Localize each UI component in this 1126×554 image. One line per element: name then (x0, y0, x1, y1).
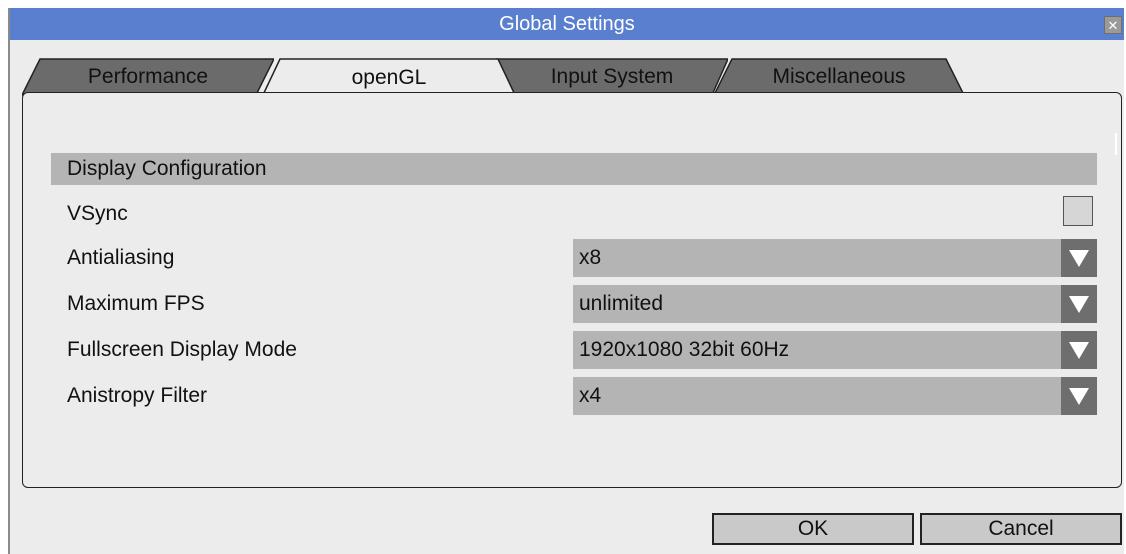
triangle-down-icon (1069, 388, 1089, 405)
cancel-button[interactable]: Cancel (920, 513, 1122, 545)
dropdown-button[interactable] (1061, 331, 1097, 369)
select-value: unlimited (579, 292, 664, 315)
title-bar: Global Settings ✕ (10, 8, 1124, 40)
tab-panel-opengl: Display Configuration VSync Antialiasing… (22, 92, 1122, 488)
select-value: 1920x1080 32bit 60Hz (579, 338, 790, 361)
tab-label: Input System (550, 65, 674, 88)
scroll-marker (1115, 133, 1117, 155)
maximum-fps-label: Maximum FPS (67, 292, 205, 315)
window-title: Global Settings (499, 13, 635, 35)
triangle-down-icon (1069, 250, 1089, 267)
ok-button[interactable]: OK (712, 513, 914, 545)
anistropy-filter-label: Anistropy Filter (67, 384, 208, 407)
dropdown-button[interactable] (1061, 377, 1097, 415)
select-value: x8 (579, 246, 602, 269)
tab-label: openGL (351, 66, 427, 89)
fullscreen-mode-select[interactable]: 1920x1080 32bit 60Hz (573, 331, 1097, 369)
triangle-down-icon (1069, 296, 1089, 313)
anistropy-filter-select[interactable]: x4 (573, 377, 1097, 415)
tab-miscellaneous[interactable]: Miscellaneous (714, 58, 964, 96)
antialiasing-label: Antialiasing (67, 246, 175, 269)
vsync-label: VSync (67, 202, 128, 225)
vsync-checkbox[interactable] (1063, 196, 1093, 226)
close-icon[interactable]: ✕ (1104, 16, 1122, 34)
select-value: x4 (579, 384, 602, 407)
tab-performance[interactable]: Performance (22, 58, 274, 96)
settings-window: Global Settings ✕ Performance Input Syst… (8, 8, 1124, 554)
tab-label: Performance (87, 65, 209, 88)
tab-label: Miscellaneous (772, 65, 906, 88)
dropdown-button[interactable] (1061, 285, 1097, 323)
maximum-fps-select[interactable]: unlimited (573, 285, 1097, 323)
tab-input-system[interactable]: Input System (496, 58, 728, 96)
triangle-down-icon (1069, 342, 1089, 359)
fullscreen-mode-label: Fullscreen Display Mode (67, 338, 297, 361)
dropdown-button[interactable] (1061, 239, 1097, 277)
antialiasing-select[interactable]: x8 (573, 239, 1097, 277)
section-header: Display Configuration (51, 153, 1097, 185)
